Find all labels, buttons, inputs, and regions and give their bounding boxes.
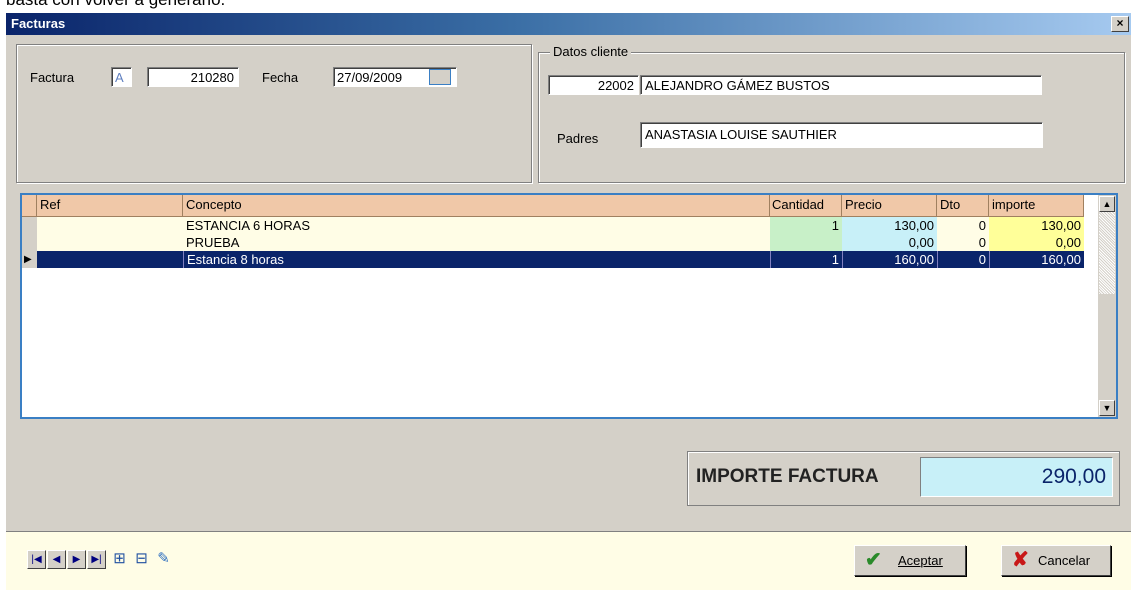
table-row-selected[interactable]: ▶ Estancia 8 horas 1 160,00 0 160,00 <box>22 251 1084 268</box>
x-icon: ✘ <box>1012 549 1029 571</box>
cell-importe: 160,00 <box>989 251 1084 268</box>
col-precio[interactable]: Precio <box>842 195 937 217</box>
client-code-field[interactable]: 22002 <box>548 75 639 95</box>
calendar-button[interactable] <box>429 69 451 85</box>
cell-concepto: Estancia 8 horas <box>183 251 770 268</box>
cell-ref <box>37 217 183 234</box>
total-value: 290,00 <box>920 457 1113 497</box>
cell-ref <box>37 251 183 268</box>
cell-concepto: PRUEBA <box>183 234 770 251</box>
cell-precio: 0,00 <box>842 234 937 251</box>
col-ref[interactable]: Ref <box>37 195 183 217</box>
cell-dto: 0 <box>937 217 989 234</box>
client-panel <box>538 52 1125 183</box>
cancelar-label: Cancelar <box>1038 553 1091 568</box>
title-bar: Facturas × <box>6 13 1131 35</box>
cell-cantidad: 1 <box>770 217 842 234</box>
check-icon: ✔ <box>865 549 882 571</box>
aceptar-button[interactable]: ✔ Aceptar <box>854 545 966 576</box>
scroll-down-icon[interactable]: ▼ <box>1099 400 1115 416</box>
col-concepto[interactable]: Concepto <box>183 195 770 217</box>
invoice-lines-grid[interactable]: Ref Concepto Cantidad Precio Dto importe… <box>20 193 1118 419</box>
cell-precio: 160,00 <box>842 251 937 268</box>
last-record-icon[interactable]: ▶| <box>87 550 106 569</box>
row-indicator <box>22 234 37 251</box>
client-group-label: Datos cliente <box>550 44 632 59</box>
next-record-icon[interactable]: ▶ <box>67 550 86 569</box>
cancelar-button[interactable]: ✘ Cancelar <box>1001 545 1111 576</box>
row-pointer-icon: ▶ <box>22 251 37 268</box>
cell-precio: 130,00 <box>842 217 937 234</box>
aceptar-label: Aceptar <box>898 553 943 568</box>
col-dto[interactable]: Dto <box>937 195 989 217</box>
padres-field[interactable]: ANASTASIA LOUISE SAUTHIER <box>640 122 1043 148</box>
invoice-panel <box>16 44 532 183</box>
row-indicator-header <box>22 195 37 217</box>
row-indicator <box>22 217 37 234</box>
vertical-scrollbar[interactable]: ▲ ▼ <box>1098 195 1116 417</box>
delete-record-icon[interactable]: ⊟ <box>132 550 151 569</box>
cell-importe: 130,00 <box>989 217 1084 234</box>
edit-record-icon[interactable]: ✎ <box>154 550 173 569</box>
col-cantidad[interactable]: Cantidad <box>770 195 842 217</box>
total-label: IMPORTE FACTURA <box>696 466 879 487</box>
serie-field[interactable]: A <box>111 67 132 87</box>
prev-record-icon[interactable]: ◀ <box>47 550 66 569</box>
scroll-up-icon[interactable]: ▲ <box>1099 196 1115 212</box>
cell-importe: 0,00 <box>989 234 1084 251</box>
cell-dto: 0 <box>937 234 989 251</box>
col-importe[interactable]: importe <box>989 195 1084 217</box>
insert-record-icon[interactable]: ⊞ <box>110 550 129 569</box>
factura-label: Factura <box>30 70 75 85</box>
record-navigator: |◀ ◀ ▶ ▶| ⊞ ⊟ ✎ <box>20 531 260 589</box>
table-row[interactable]: ESTANCIA 6 HORAS 1 130,00 0 130,00 <box>22 217 1084 234</box>
background-caption: basta con volver a generarlo. <box>6 0 225 10</box>
cell-cantidad: 1 <box>770 251 842 268</box>
table-row[interactable]: PRUEBA 0,00 0 0,00 <box>22 234 1084 251</box>
padres-label: Padres <box>557 131 599 146</box>
window-title: Facturas <box>11 16 66 31</box>
cell-dto: 0 <box>937 251 989 268</box>
close-button[interactable]: × <box>1111 16 1129 32</box>
cell-concepto: ESTANCIA 6 HORAS <box>183 217 770 234</box>
client-name-field[interactable]: ALEJANDRO GÁMEZ BUSTOS <box>640 75 1042 95</box>
scroll-thumb[interactable] <box>1099 212 1115 294</box>
cell-cantidad <box>770 234 842 251</box>
first-record-icon[interactable]: |◀ <box>27 550 46 569</box>
fecha-label: Fecha <box>262 70 299 85</box>
invoice-number-field[interactable]: 210280 <box>147 67 239 87</box>
cell-ref <box>37 234 183 251</box>
